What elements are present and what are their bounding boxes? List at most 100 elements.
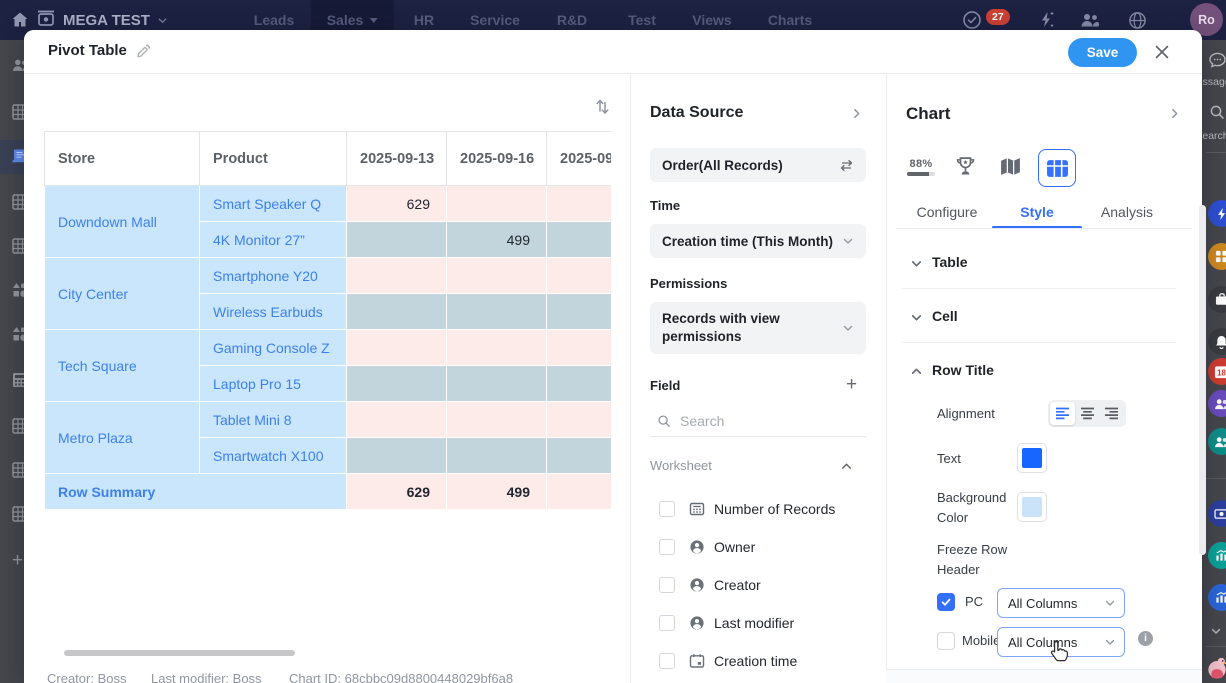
sidebar-people-icon[interactable] <box>12 58 24 78</box>
sidebar-grid-icon[interactable] <box>12 104 24 124</box>
progress-chart-type[interactable]: 88% <box>907 158 935 176</box>
trophy-chart-type[interactable] <box>954 155 977 183</box>
mobile-freeze-columns-dropdown[interactable]: All Columns <box>997 627 1125 657</box>
field-checkbox-unchecked[interactable] <box>659 539 675 555</box>
pivot-store-cell[interactable]: Metro Plaza <box>45 402 200 474</box>
apps-grid-app-icon[interactable] <box>1208 243 1226 270</box>
sort-order-icon[interactable] <box>594 96 611 120</box>
cell-section-header[interactable]: Cell <box>932 308 958 324</box>
groups-app-icon[interactable] <box>1208 428 1226 455</box>
field-item-last-modifier[interactable]: Last modifier <box>659 613 794 633</box>
field-item-owner[interactable]: Owner <box>659 537 755 557</box>
sidebar-calculator-icon[interactable] <box>12 372 24 392</box>
field-label: Number of Records <box>714 501 835 517</box>
sidebar-plus-icon[interactable]: + <box>12 552 24 572</box>
mascot-icon[interactable] <box>1205 654 1226 683</box>
permissions-dropdown[interactable]: Records with view permissions <box>650 302 866 354</box>
payroll-app-icon[interactable] <box>1208 500 1226 527</box>
add-field-plus-icon[interactable]: + <box>846 374 857 396</box>
sidebar-grid-icon[interactable] <box>12 194 24 214</box>
pivot-product-cell[interactable]: Gaming Console Z <box>200 330 347 366</box>
expand-apps-chevron-down-icon[interactable] <box>1210 624 1222 642</box>
sidebar-grid-icon[interactable] <box>12 462 24 482</box>
text-color-swatch[interactable] <box>1017 443 1047 473</box>
pc-freeze-columns-dropdown[interactable]: All Columns <box>997 588 1125 618</box>
table-section-chevron-down-icon[interactable] <box>910 257 923 275</box>
pivot-store-cell[interactable]: Tech Square <box>45 330 200 402</box>
cell-section-chevron-down-icon[interactable] <box>910 311 923 329</box>
sidebar-grid-icon[interactable] <box>12 238 24 258</box>
row-title-section-chevron-up-icon[interactable] <box>910 365 923 383</box>
pc-checkbox-checked[interactable] <box>937 593 955 611</box>
table-section-header[interactable]: Table <box>932 254 968 270</box>
workplace-app-icon[interactable] <box>1208 286 1226 313</box>
map-chart-type[interactable] <box>999 156 1022 182</box>
calendar-app-icon[interactable]: 18 <box>1208 358 1226 385</box>
field-search-input[interactable] <box>680 413 864 429</box>
field-checkbox-unchecked[interactable] <box>659 653 675 669</box>
background-color-swatch[interactable] <box>1017 492 1047 522</box>
field-item-creator[interactable]: Creator <box>659 575 761 595</box>
pivot-product-cell[interactable]: Laptop Pro 15 <box>200 366 347 402</box>
calendar-icon <box>689 653 705 669</box>
data-source-selector[interactable]: Order(All Records) <box>650 148 866 182</box>
pivot-summary-label: Row Summary <box>45 474 347 510</box>
chevron-down-icon <box>842 235 854 247</box>
pivot-store-cell[interactable]: City Center <box>45 258 200 330</box>
field-item-creation-time[interactable]: Creation time <box>659 651 797 671</box>
field-checkbox-unchecked[interactable] <box>659 615 675 631</box>
align-center-button[interactable] <box>1075 402 1100 425</box>
row-title-section-header[interactable]: Row Title <box>932 362 994 378</box>
sidebar-shapes-icon[interactable] <box>12 326 24 346</box>
pivot-value-cell <box>547 186 612 222</box>
progress-chart-icon: 88% <box>907 158 935 170</box>
field-checkbox-unchecked[interactable] <box>659 577 675 593</box>
collapse-worksheet-chevron-up-icon[interactable] <box>840 460 853 478</box>
collapse-panel-chevron-right-icon[interactable] <box>850 107 863 125</box>
worksheet-group-label: Worksheet <box>650 458 712 473</box>
pivot-product-cell[interactable]: Smart Speaker Q <box>200 186 347 222</box>
collapse-chart-panel-chevron-right-icon[interactable] <box>1168 107 1181 125</box>
sidebar-grid-icon[interactable] <box>12 418 24 438</box>
nav-item-label: Views <box>692 12 731 28</box>
mobile-checkbox-unchecked[interactable] <box>937 632 955 650</box>
info-icon[interactable]: i <box>1138 631 1153 646</box>
automation-app-icon[interactable] <box>1208 200 1226 227</box>
tab-style[interactable]: Style <box>1020 204 1053 220</box>
analytics-app-icon[interactable] <box>1208 542 1226 569</box>
contacts-app-icon[interactable] <box>1208 390 1226 417</box>
freeze-row-header-label: Freeze Row Header <box>937 540 1021 580</box>
edit-title-pencil-icon[interactable] <box>136 44 151 64</box>
reports-app-icon[interactable] <box>1208 584 1226 611</box>
creator-meta: Creator: Boss <box>47 672 126 683</box>
sidebar-shapes-icon[interactable] <box>12 282 24 302</box>
field-item-number-of-records[interactable]: Number of Records <box>659 499 835 519</box>
time-range-dropdown[interactable]: Creation time (This Month) <box>650 224 866 258</box>
pivot-product-cell[interactable]: Smartphone Y20 <box>200 258 347 294</box>
notifications-app-icon[interactable] <box>1208 328 1226 355</box>
pivot-product-cell[interactable]: 4K Monitor 27” <box>200 222 347 258</box>
field-checkbox-unchecked[interactable] <box>659 501 675 517</box>
align-right-button[interactable] <box>1099 402 1124 425</box>
pivot-product-cell[interactable]: Smartwatch X100 <box>200 438 347 474</box>
save-button[interactable]: Save <box>1068 38 1137 67</box>
table-chart-type-selected[interactable] <box>1038 149 1076 187</box>
left-sidebar: + <box>0 40 24 683</box>
pivot-summary-value: 499 <box>447 474 547 510</box>
tab-analysis[interactable]: Analysis <box>1101 204 1153 220</box>
tab-configure[interactable]: Configure <box>917 204 978 220</box>
swap-source-icon[interactable] <box>839 159 854 172</box>
messenger-icon[interactable] <box>1209 52 1226 73</box>
pivot-store-cell[interactable]: Downdown Mall <box>45 186 200 258</box>
sidebar-laptop-icon-active[interactable] <box>12 148 24 168</box>
page-vertical-scrollbar[interactable] <box>1199 205 1206 555</box>
search-icon[interactable] <box>1209 104 1225 125</box>
sidebar-grid-icon[interactable] <box>12 506 24 526</box>
table-horizontal-scrollbar[interactable] <box>64 650 295 656</box>
pivot-product-cell[interactable]: Tablet Mini 8 <box>200 402 347 438</box>
close-icon[interactable] <box>1154 44 1170 65</box>
chevron-down-icon <box>157 15 168 26</box>
align-left-button[interactable] <box>1050 402 1075 425</box>
pivot-product-cell[interactable]: Wireless Earbuds <box>200 294 347 330</box>
dialog-title: Pivot Table <box>48 42 127 59</box>
